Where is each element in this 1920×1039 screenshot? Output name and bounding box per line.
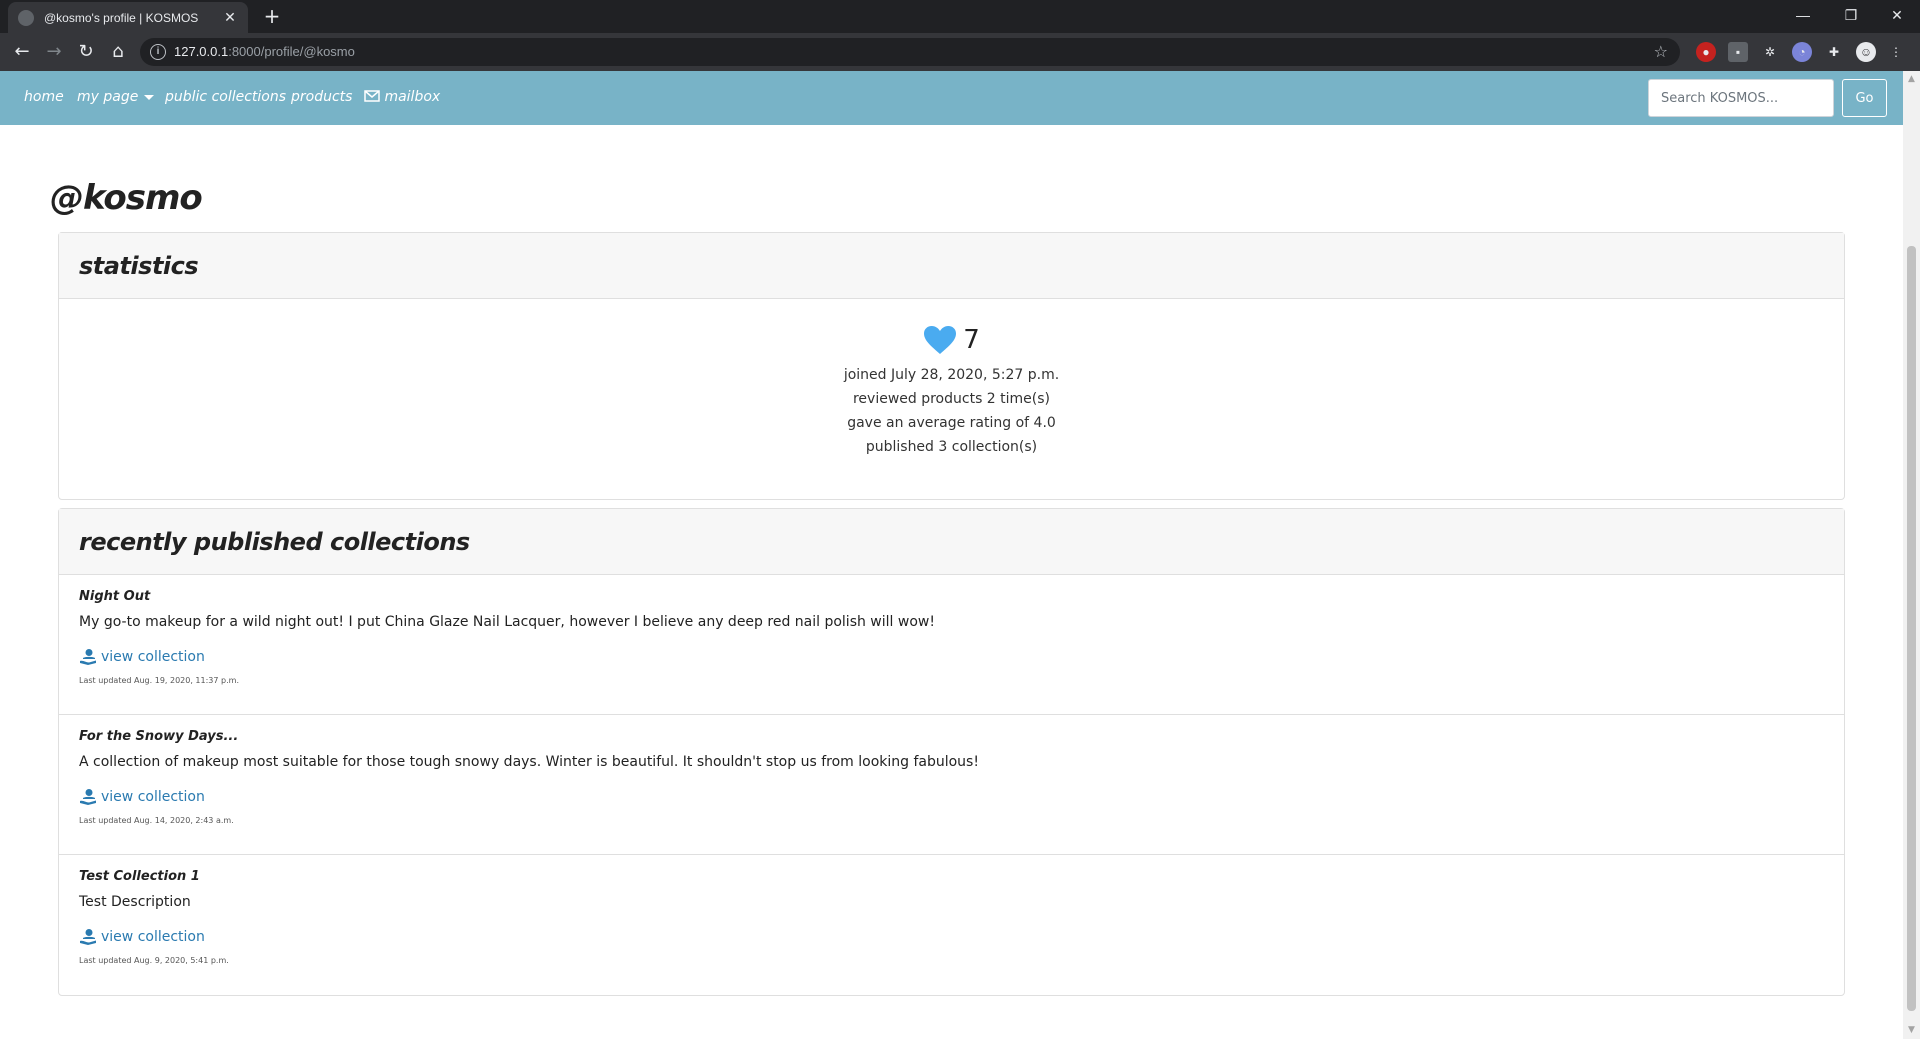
page-scrollbar[interactable]: ▲ ▼ [1903, 71, 1920, 1039]
collection-description: A collection of makeup most suitable for… [79, 754, 979, 770]
hand-holding-user-icon [80, 649, 96, 665]
collections-heading: recently published collections [79, 527, 470, 556]
nav-mailbox-label: mailbox [384, 89, 441, 105]
scroll-up-icon[interactable]: ▲ [1903, 71, 1920, 88]
view-collection-link[interactable]: view collection [79, 648, 205, 666]
collection-description: My go-to makeup for a wild night out! I … [79, 614, 935, 630]
chat-extension-icon[interactable]: ◔ [1792, 42, 1812, 62]
forward-icon[interactable]: → [40, 38, 68, 66]
browser-tab-bar: @kosmo's profile | KOSMOS ✕ + — ❐ ✕ [0, 0, 1920, 33]
scroll-thumb[interactable] [1907, 246, 1916, 1011]
nav-public-collections-link[interactable]: public collections [165, 89, 286, 105]
close-window-button[interactable]: ✕ [1874, 0, 1920, 30]
published-count: published 3 collection(s) [865, 439, 1038, 455]
search-go-button[interactable]: Go [1842, 79, 1887, 117]
likes-count: 7 [963, 325, 980, 355]
scroll-down-icon[interactable]: ▼ [1903, 1022, 1920, 1039]
bookmark-star-icon[interactable]: ☆ [1654, 42, 1668, 61]
browser-toolbar: ← → ↻ ⌂ i 127.0.0.1:8000/profile/@kosmo … [0, 33, 1920, 71]
extension-icon[interactable]: ▪ [1728, 42, 1748, 62]
collection-name: For the Snowy Days... [79, 729, 239, 744]
hand-holding-user-icon [80, 929, 96, 945]
view-collection-label: view collection [101, 789, 205, 805]
menu-kebab-icon[interactable]: ⋮ [1886, 42, 1906, 62]
hand-holding-user-icon [80, 789, 96, 805]
view-collection-link[interactable]: view collection [79, 928, 205, 946]
average-rating: gave an average rating of 4.0 [847, 415, 1056, 431]
browser-tab[interactable]: @kosmo's profile | KOSMOS ✕ [8, 2, 248, 33]
search-input[interactable] [1648, 79, 1834, 117]
minimize-button[interactable]: — [1780, 0, 1826, 30]
collections-card-header: recently published collections [59, 509, 1844, 575]
caret-down-icon [144, 94, 155, 100]
heart-icon[interactable] [923, 325, 957, 355]
list-item: Test Collection 1 Test Description view … [59, 855, 1844, 995]
tab-close-icon[interactable]: ✕ [222, 10, 238, 26]
collection-updated: Last updated Aug. 14, 2020, 2:43 a.m. [79, 816, 234, 825]
info-icon[interactable]: i [150, 44, 166, 60]
profile-avatar-icon[interactable]: ☺ [1856, 42, 1876, 62]
statistics-heading: statistics [79, 251, 199, 280]
globe-icon [18, 9, 34, 26]
site-navbar: home my page public collections products… [0, 71, 1903, 125]
restore-button[interactable]: ❐ [1828, 0, 1874, 30]
back-icon[interactable]: ← [8, 38, 36, 66]
likes-row: 7 [59, 325, 1844, 355]
collection-updated: Last updated Aug. 19, 2020, 11:37 p.m. [79, 676, 239, 685]
reviewed-count: reviewed products 2 time(s) [852, 391, 1051, 407]
collection-description: Test Description [79, 894, 191, 910]
home-icon[interactable]: ⌂ [104, 38, 132, 66]
url-text[interactable]: 127.0.0.1:8000/profile/@kosmo [174, 44, 355, 59]
statistics-card-header: statistics [59, 233, 1844, 299]
react-extension-icon[interactable]: ✲ [1760, 42, 1780, 62]
reload-icon[interactable]: ↻ [72, 38, 100, 66]
puzzle-extensions-icon[interactable]: ✚ [1824, 42, 1844, 62]
new-tab-button[interactable]: + [260, 4, 284, 28]
view-collection-label: view collection [101, 649, 205, 665]
nav-my-page-dropdown[interactable]: my page [77, 89, 155, 105]
statistics-body: 7 joined July 28, 2020, 5:27 p.m. review… [59, 299, 1844, 499]
collection-updated: Last updated Aug. 9, 2020, 5:41 p.m. [79, 956, 229, 965]
nav-products-link[interactable]: products [291, 89, 352, 105]
tab-title: @kosmo's profile | KOSMOS [44, 10, 199, 25]
view-collection-link[interactable]: view collection [79, 788, 205, 806]
list-item: For the Snowy Days... A collection of ma… [59, 715, 1844, 855]
collection-name: Test Collection 1 [79, 869, 200, 884]
adblock-extension-icon[interactable]: ● [1696, 42, 1716, 62]
nav-home-link[interactable]: home [24, 89, 64, 105]
joined-date: joined July 28, 2020, 5:27 p.m. [843, 367, 1060, 383]
nav-mailbox-link[interactable]: mailbox [364, 89, 440, 105]
page-title: @kosmo [50, 178, 203, 218]
collection-name: Night Out [79, 589, 151, 604]
list-item: Night Out My go-to makeup for a wild nig… [59, 575, 1844, 715]
statistics-card: statistics 7 joined July 28, 2020, 5:27 … [58, 232, 1845, 500]
nav-my-page-label: my page [77, 89, 139, 105]
envelope-icon [364, 90, 380, 102]
collections-card: recently published collections Night Out… [58, 508, 1845, 996]
address-bar[interactable]: i 127.0.0.1:8000/profile/@kosmo ☆ [140, 38, 1680, 66]
view-collection-label: view collection [101, 929, 205, 945]
